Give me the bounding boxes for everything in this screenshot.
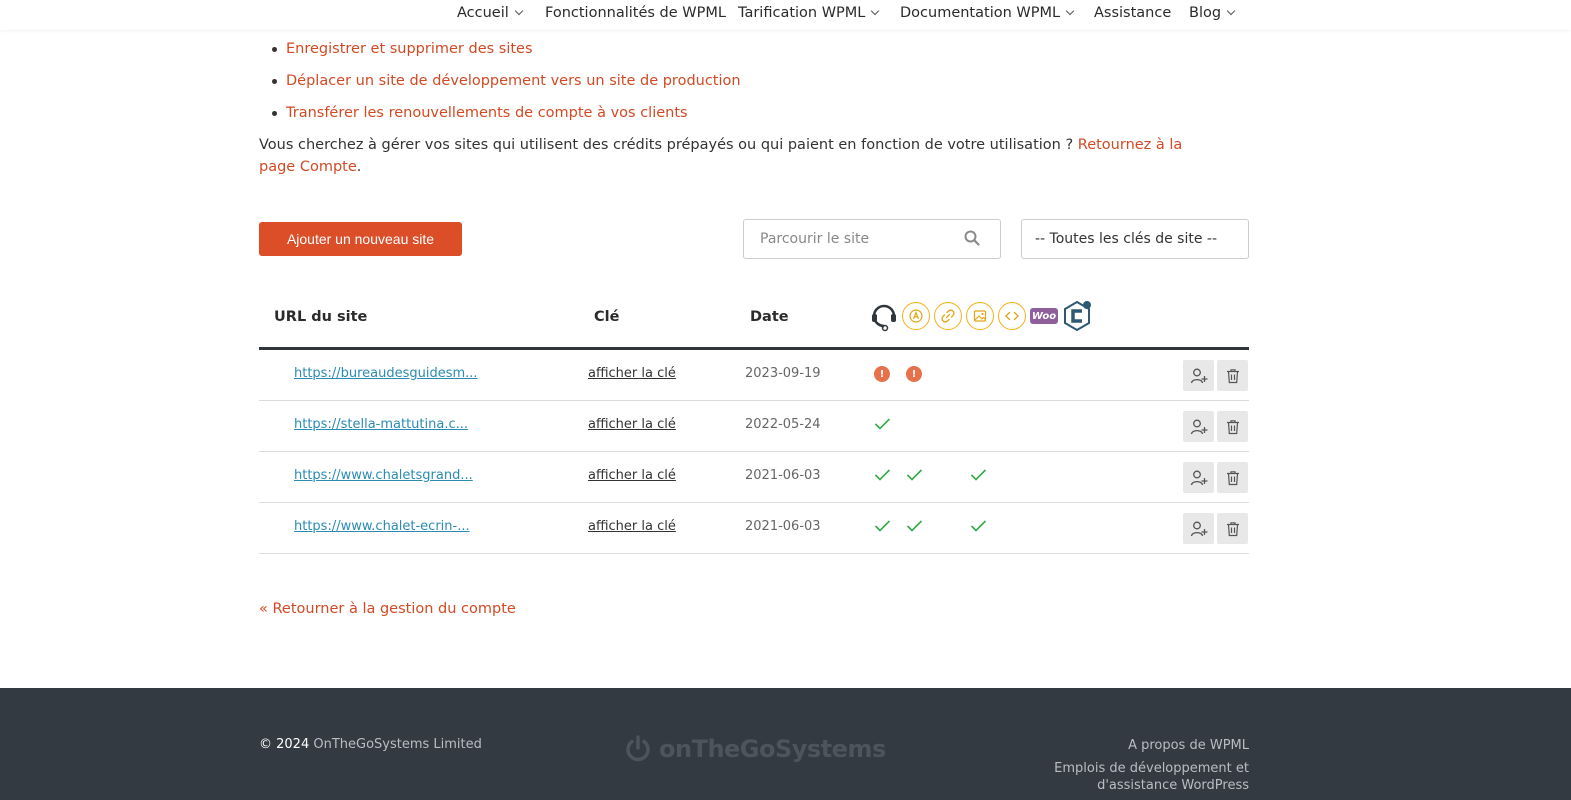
nav-item-assistance[interactable]: Assistance [1094, 5, 1171, 21]
feature-link[interactable]: Transférer les renouvellements de compte… [286, 105, 688, 121]
show-key-link[interactable]: afficher la clé [588, 417, 676, 432]
table-row: https://stella-mattutina.c... afficher l… [259, 401, 1249, 452]
table-row: https://www.chaletsgrand... afficher la … [259, 452, 1249, 503]
list-item: Déplacer un site de développement vers u… [272, 70, 741, 102]
list-item: Transférer les renouvellements de compte… [272, 102, 741, 134]
list-item: Enregistrer et supprimer des sites [272, 38, 741, 70]
search-input[interactable] [744, 220, 954, 258]
delete-button[interactable] [1217, 513, 1248, 544]
feature-link[interactable]: Déplacer un site de développement vers u… [286, 73, 741, 89]
woocommerce-icon: Woo [1030, 308, 1058, 324]
support-headset-icon [870, 299, 898, 333]
check-icon [874, 417, 891, 435]
add-user-button[interactable] [1183, 513, 1214, 544]
check-icon [874, 519, 891, 537]
link-icon [934, 302, 962, 330]
nav-item-accueil[interactable]: Accueil [457, 5, 524, 21]
chevron-down-icon [514, 6, 524, 16]
bullet-dot [272, 79, 277, 84]
nav-item-blog[interactable]: Blog [1189, 5, 1236, 21]
check-icon [906, 468, 923, 486]
chevron-down-icon [1065, 6, 1075, 16]
bullet-dot [272, 111, 277, 116]
site-date: 2021-06-03 [745, 468, 821, 483]
add-user-button[interactable] [1183, 462, 1214, 493]
site-date: 2021-06-03 [745, 519, 821, 534]
column-header-date: Date [750, 309, 789, 325]
delete-button[interactable] [1217, 411, 1248, 442]
show-key-link[interactable]: afficher la clé [588, 519, 676, 534]
feature-list: Enregistrer et supprimer des sites Dépla… [272, 38, 741, 134]
add-new-site-button[interactable]: Ajouter un nouveau site [259, 222, 462, 256]
add-user-button[interactable] [1183, 411, 1214, 442]
nav-item-fonctionnalites[interactable]: Fonctionnalités de WPML [545, 5, 726, 21]
chevron-down-icon [871, 6, 880, 16]
component-icons-header: Woo [870, 299, 1096, 333]
copyright: © 2024 OnTheGoSystems Limited [259, 737, 482, 752]
site-url-link[interactable]: https://bureaudesguidesm... [294, 366, 478, 381]
toolset-icon [1062, 299, 1092, 333]
table-row: https://www.chalet-ecrin-... afficher la… [259, 503, 1249, 554]
nav-item-tarification[interactable]: Tarification WPML [738, 5, 880, 21]
power-icon [626, 735, 650, 762]
alert-icon: ! [906, 366, 922, 382]
jobs-link[interactable]: Emplois de développement et d'assistance … [1054, 760, 1249, 794]
delete-button[interactable] [1217, 360, 1248, 391]
nav-item-documentation[interactable]: Documentation WPML [900, 5, 1075, 21]
translation-icon [902, 302, 930, 330]
site-url-link[interactable]: https://stella-mattutina.c... [294, 417, 468, 432]
top-navigation: Accueil Fonctionnalités de WPML Tarifica… [0, 0, 1571, 30]
code-icon [998, 302, 1026, 330]
site-date: 2022-05-24 [745, 417, 821, 432]
intro-paragraph: Vous cherchez à gérer vos sites qui util… [259, 137, 1183, 175]
delete-button[interactable] [1217, 462, 1248, 493]
alert-icon: ! [874, 366, 890, 382]
about-wpml-link[interactable]: A propos de WPML [1128, 737, 1249, 754]
column-header-url: URL du site [274, 309, 368, 325]
search-icon[interactable] [964, 230, 980, 250]
bullet-dot [272, 47, 277, 52]
image-icon [966, 302, 994, 330]
company-link[interactable]: OnTheGoSystems Limited [313, 737, 482, 752]
table-row: https://bureaudesguidesm... afficher la … [259, 350, 1249, 401]
check-icon [970, 468, 987, 486]
check-icon [906, 519, 923, 537]
site-url-link[interactable]: https://www.chalet-ecrin-... [294, 519, 470, 534]
site-date: 2023-09-19 [745, 366, 821, 381]
onthegosystems-logo[interactable]: onTheGoSystems [623, 734, 886, 764]
show-key-link[interactable]: afficher la clé [588, 468, 676, 483]
feature-link[interactable]: Enregistrer et supprimer des sites [286, 41, 533, 57]
site-key-filter-select[interactable]: -- Toutes les clés de site -- [1021, 219, 1249, 259]
column-header-key: Clé [594, 309, 620, 325]
add-user-button[interactable] [1183, 360, 1214, 391]
site-url-link[interactable]: https://www.chaletsgrand... [294, 468, 473, 483]
show-key-link[interactable]: afficher la clé [588, 366, 676, 381]
footer: © 2024 OnTheGoSystems Limited onTheGoSys… [0, 688, 1571, 800]
check-icon [874, 468, 891, 486]
check-icon [970, 519, 987, 537]
chevron-down-icon [1226, 6, 1236, 16]
back-to-account-link[interactable]: « Retourner à la gestion du compte [259, 601, 516, 617]
site-search-box [743, 219, 1001, 259]
